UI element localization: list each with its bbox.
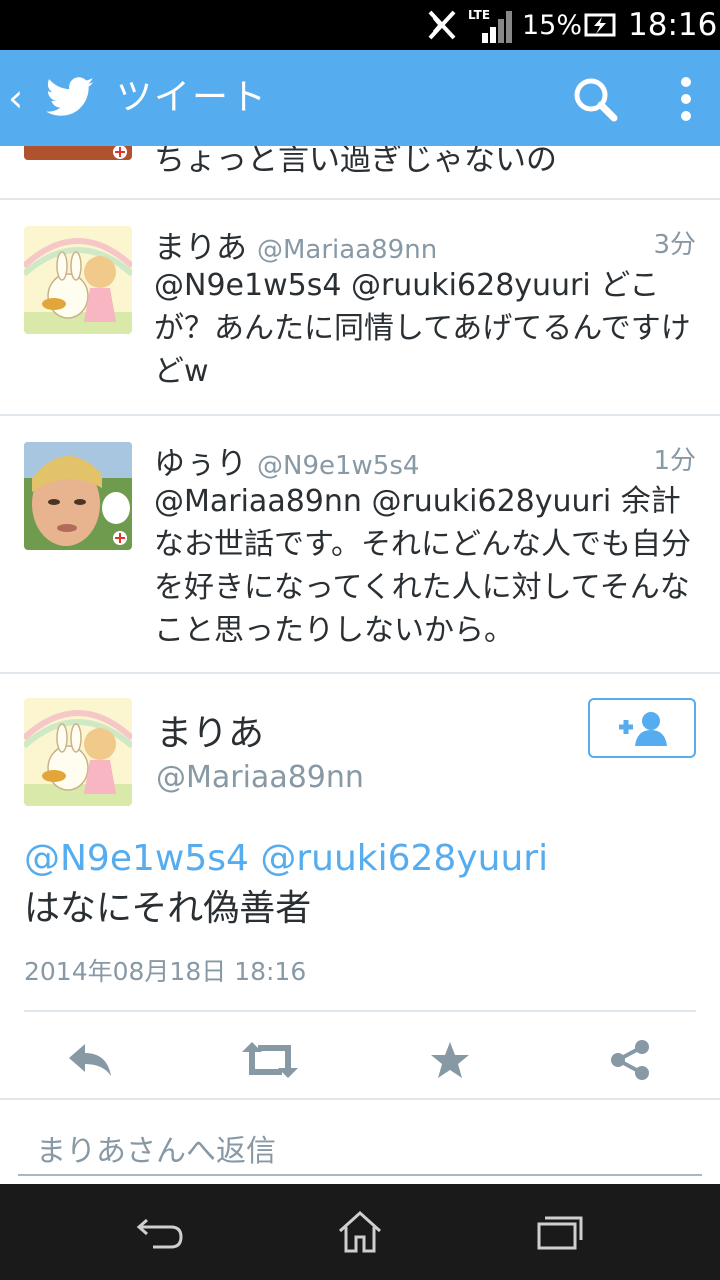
- retweet-button[interactable]: [240, 1034, 300, 1086]
- avatar[interactable]: [24, 698, 132, 806]
- share-button[interactable]: [600, 1034, 660, 1086]
- reply-icon: [69, 1044, 111, 1076]
- tweet-text: @Mariaa89nn @ruuki628yuuri 余計なお世話です。それにど…: [154, 484, 691, 648]
- share-icon: [611, 1040, 649, 1080]
- battery-charging-icon: [584, 0, 620, 50]
- add-user-icon: [619, 712, 667, 746]
- tweet-mentions[interactable]: @N9e1w5s4 @ruuki628yuuri: [24, 836, 548, 882]
- battery-percent: 15%: [522, 9, 583, 41]
- user-handle[interactable]: @Mariaa89nn: [257, 235, 437, 265]
- more-options-button[interactable]: [664, 72, 708, 128]
- twitter-bird-icon: [45, 77, 94, 116]
- search-icon: [574, 78, 618, 122]
- signal-lte-icon: LTE: [468, 0, 512, 50]
- tweet-time: 1分: [653, 446, 696, 476]
- back-icon: [136, 1218, 183, 1249]
- reply-button[interactable]: [60, 1034, 120, 1086]
- page-title: ツイート: [116, 77, 269, 118]
- avatar[interactable]: [24, 226, 132, 334]
- avatar[interactable]: [24, 146, 132, 160]
- tweet-item[interactable]: まりあ @Mariaa89nn 3分 @N9e1w5s4 @ruuki628yuu…: [0, 200, 720, 416]
- divider: [24, 1010, 696, 1012]
- tweet-item[interactable]: ゆぅり @N9e1w5s4 1分 @Mariaa89nn @ruuki628yuu…: [0, 416, 720, 674]
- follow-button[interactable]: [588, 698, 696, 758]
- favorite-star-icon: [431, 1042, 469, 1078]
- user-name[interactable]: まりあ: [154, 230, 247, 266]
- tweet-text: はなにそれ偽善者: [24, 888, 312, 929]
- divider: [0, 1098, 720, 1100]
- tweet-time: 3分: [653, 230, 696, 260]
- nav-home-button[interactable]: [330, 1204, 390, 1260]
- status-bar: LTE 15% 18:16: [0, 0, 720, 50]
- tweet-timestamp: 2014年08月18日 18:16: [24, 957, 307, 986]
- recent-apps-icon: [537, 1216, 583, 1250]
- clock-time: 18:16: [628, 7, 718, 43]
- reply-input[interactable]: まりあさんへ返信: [18, 1120, 702, 1176]
- chevron-left-icon: ‹: [8, 76, 24, 120]
- more-vertical-icon: [681, 77, 691, 121]
- system-nav-bar: [0, 1184, 720, 1280]
- reply-placeholder: まりあさんへ返信: [36, 1134, 276, 1169]
- tweet-header: ゆぅり @N9e1w5s4 1分: [154, 438, 696, 482]
- app-bar: ‹ ツイート: [0, 50, 720, 146]
- tweet-conversation[interactable]: ちょっと言い過ぎじゃないの まりあ @Mariaa89nn 3分 @N9e1w5s…: [0, 146, 720, 1184]
- tweet-header: まりあ @Mariaa89nn 3分: [154, 222, 696, 266]
- user-name[interactable]: ゆぅり: [154, 446, 247, 482]
- tweet-item[interactable]: ちょっと言い過ぎじゃないの: [0, 146, 720, 200]
- favorite-button[interactable]: [420, 1034, 480, 1086]
- user-handle[interactable]: @Mariaa89nn: [156, 760, 364, 795]
- user-name[interactable]: まりあ: [156, 704, 264, 756]
- tweet-text: ちょっと言い過ぎじゃないの: [154, 146, 557, 178]
- vibrate-icon: [422, 0, 462, 50]
- svg-text:LTE: LTE: [468, 8, 490, 22]
- search-button[interactable]: [568, 72, 624, 128]
- user-handle[interactable]: @N9e1w5s4: [257, 451, 419, 481]
- nav-recents-button[interactable]: [530, 1204, 590, 1260]
- tweet-text: @N9e1w5s4 @ruuki628yuuri どこが？あんたに同情してあげて…: [154, 268, 691, 389]
- nav-back-button[interactable]: [130, 1204, 190, 1260]
- retweet-icon: [242, 1042, 298, 1078]
- home-icon: [338, 1210, 382, 1253]
- avatar[interactable]: [24, 442, 132, 550]
- back-button[interactable]: ‹: [0, 50, 110, 146]
